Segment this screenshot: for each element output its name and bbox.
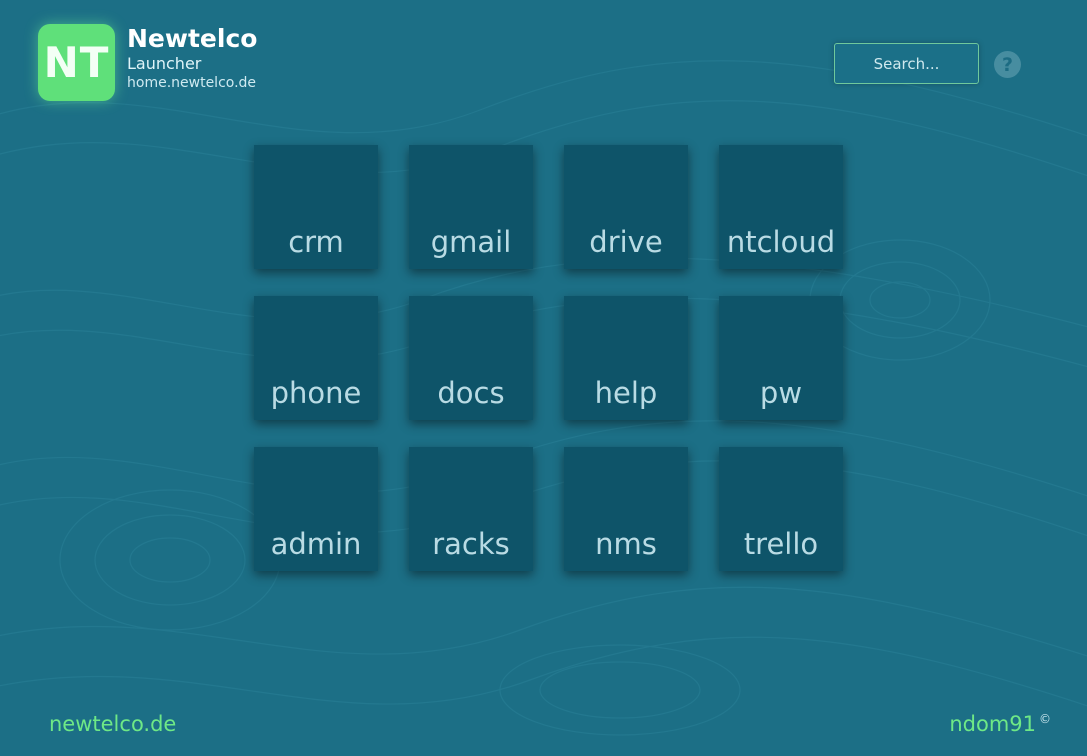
footer-link-newtelco[interactable]: newtelco.de xyxy=(49,712,176,736)
brand-subtitle: Launcher xyxy=(127,54,202,73)
tile-crm[interactable]: crm xyxy=(254,145,378,269)
tile-label: gmail xyxy=(430,225,512,259)
launcher-grid: crm gmail drive ntcloud phone docs help … xyxy=(254,145,843,571)
tile-trello[interactable]: trello xyxy=(719,447,843,571)
help-icon[interactable]: ? xyxy=(994,51,1021,78)
footer-credit: ndom91 © xyxy=(949,712,1051,736)
tile-label: drive xyxy=(589,225,663,259)
footer-author-link[interactable]: ndom91 xyxy=(949,712,1036,736)
tile-drive[interactable]: drive xyxy=(564,145,688,269)
tile-label: docs xyxy=(437,376,505,410)
newtelco-logo: NT xyxy=(38,24,115,101)
tile-gmail[interactable]: gmail xyxy=(409,145,533,269)
tile-nms[interactable]: nms xyxy=(564,447,688,571)
tile-label: help xyxy=(594,376,658,410)
tile-label: nms xyxy=(595,527,657,561)
brand-block: Newtelco Launcher home.newtelco.de xyxy=(127,24,257,92)
tile-docs[interactable]: docs xyxy=(409,296,533,420)
tile-phone[interactable]: phone xyxy=(254,296,378,420)
tile-help[interactable]: help xyxy=(564,296,688,420)
tile-label: pw xyxy=(759,376,803,410)
tile-label: ntcloud xyxy=(726,225,836,259)
tile-pw[interactable]: pw xyxy=(719,296,843,420)
tile-admin[interactable]: admin xyxy=(254,447,378,571)
tile-ntcloud[interactable]: ntcloud xyxy=(719,145,843,269)
brand-host: home.newtelco.de xyxy=(127,75,257,91)
copyright-icon: © xyxy=(1039,712,1051,726)
tile-label: admin xyxy=(270,527,362,561)
tile-label: phone xyxy=(270,376,362,410)
tile-label: trello xyxy=(743,527,819,561)
tile-label: crm xyxy=(288,225,344,259)
brand-name: Newtelco xyxy=(127,24,258,53)
tile-label: racks xyxy=(432,527,510,561)
tile-racks[interactable]: racks xyxy=(409,447,533,571)
search-input[interactable] xyxy=(834,43,979,84)
